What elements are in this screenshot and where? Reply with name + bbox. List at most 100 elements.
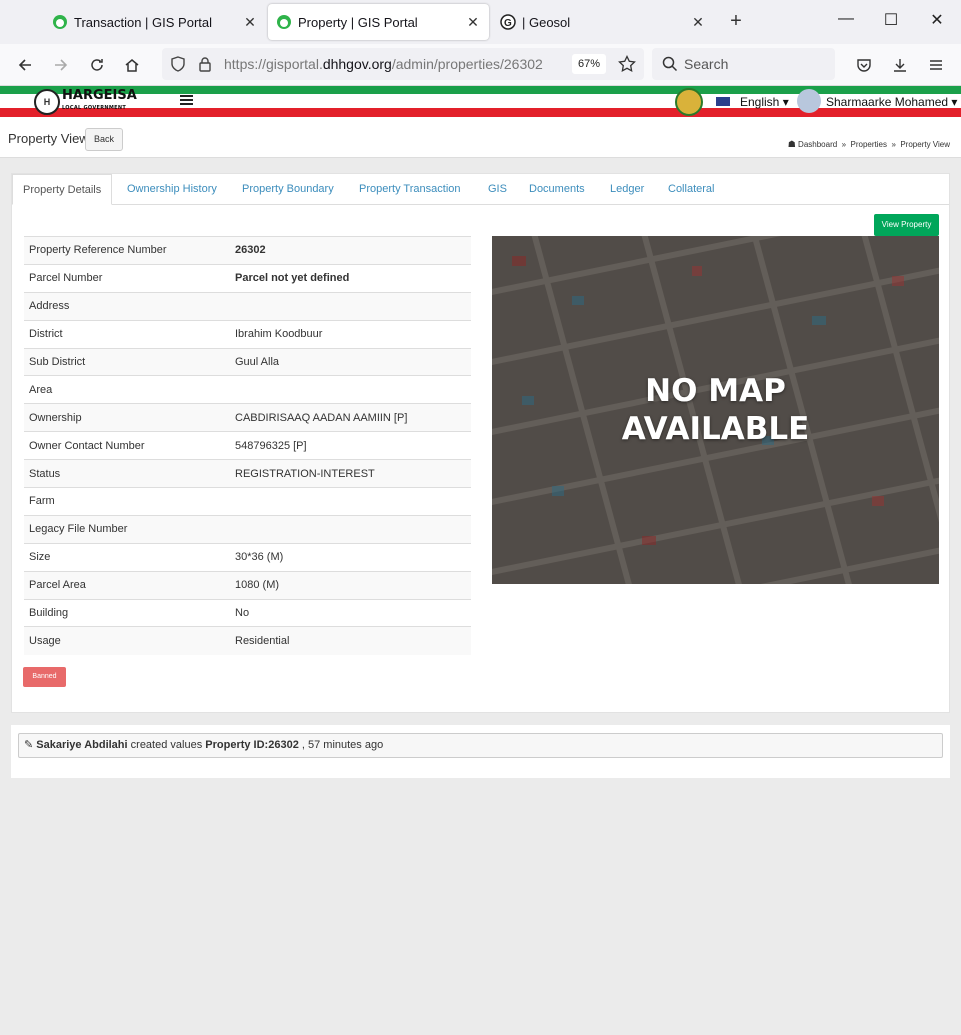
back-button[interactable]: Back	[85, 128, 123, 151]
row-value: 1080 (M)	[232, 570, 471, 600]
row-label: Legacy File Number	[24, 514, 232, 544]
row-label: Parcel Number	[24, 263, 232, 293]
zoom-level[interactable]: 67%	[572, 54, 607, 74]
close-tab-icon[interactable]: ✕	[240, 14, 260, 31]
row-value: 548796325 [P]	[232, 431, 471, 460]
table-row: Ownership CABDIRISAAQ AADAN AAMIIN [P]	[24, 403, 471, 432]
gis-portal-favicon	[53, 15, 67, 29]
row-value: CABDIRISAAQ AADAN AAMIIN [P]	[232, 403, 471, 432]
breadcrumb-property-view: Property View	[900, 140, 950, 149]
search-icon	[662, 56, 678, 72]
table-row: Property Reference Number 26302	[24, 236, 471, 265]
row-value: Guul Alla	[232, 347, 471, 376]
table-row: Area	[24, 375, 471, 404]
browser-tab-label: | Geosol	[522, 14, 571, 30]
close-tab-icon[interactable]: ✕	[688, 14, 708, 31]
table-row: Address	[24, 291, 471, 321]
svg-text:G: G	[504, 18, 512, 29]
row-label: Status	[24, 459, 232, 488]
tab-ledger[interactable]: Ledger	[610, 174, 644, 205]
site-logo[interactable]: H HARGEISA LOCAL GOVERNMENT	[34, 89, 137, 115]
tab-ownership-history[interactable]: Ownership History	[127, 174, 217, 205]
bookmark-star-icon[interactable]	[618, 55, 636, 73]
breadcrumb-properties[interactable]: Properties	[851, 140, 887, 149]
sidebar-toggle-icon[interactable]	[180, 95, 193, 107]
table-row: Parcel Number Parcel not yet defined	[24, 263, 471, 293]
row-value: REGISTRATION-INTEREST	[232, 459, 471, 488]
activity-user: Sakariye Abdilahi	[36, 739, 128, 751]
shield-icon[interactable]	[170, 56, 186, 72]
tab-property-transaction[interactable]: Property Transaction	[359, 174, 461, 205]
language-dropdown[interactable]: English ▾	[740, 95, 789, 109]
window-close-icon[interactable]: ✕	[925, 10, 949, 30]
edit-icon: ✎	[24, 739, 34, 751]
browser-tab-property[interactable]: Property | GIS Portal ✕	[268, 4, 489, 40]
back-arrow-icon[interactable]	[13, 53, 37, 77]
search-placeholder: Search	[684, 56, 729, 72]
activity-entry: ✎ Sakariye Abdilahi created values Prope…	[18, 733, 943, 758]
browser-navbar: https://gisportal.dhhgov.org/admin/prope…	[0, 44, 961, 86]
table-row: Legacy File Number	[24, 514, 471, 544]
row-label: Building	[24, 598, 232, 627]
maximize-icon[interactable]: ☐	[879, 10, 903, 30]
user-avatar[interactable]	[797, 89, 821, 113]
menu-icon[interactable]	[924, 53, 948, 77]
gis-portal-favicon	[277, 15, 291, 29]
url-bar[interactable]: https://gisportal.dhhgov.org/admin/prope…	[162, 48, 644, 80]
table-row: Owner Contact Number 548796325 [P]	[24, 431, 471, 460]
no-map-available-text: NO MAP AVAILABLE	[621, 373, 810, 447]
forward-arrow-icon[interactable]	[49, 53, 73, 77]
row-label: District	[24, 319, 232, 349]
property-details-table: Property Reference Number 26302 Parcel Nu…	[24, 236, 471, 655]
browser-tab-transaction[interactable]: Transaction | GIS Portal ✕	[44, 4, 266, 40]
row-label: Farm	[24, 487, 232, 516]
tab-gis[interactable]: GIS	[488, 174, 507, 205]
browser-tab-geosol[interactable]: G | Geosol ✕	[492, 4, 714, 40]
table-row: Farm	[24, 487, 471, 516]
reload-icon[interactable]	[85, 53, 109, 77]
banned-button[interactable]: Banned	[23, 667, 66, 687]
browser-tabbar: Transaction | GIS Portal ✕ Property | GI…	[0, 0, 961, 44]
table-row: Size 30*36 (M)	[24, 542, 471, 572]
row-value: Parcel not yet defined	[232, 263, 471, 293]
row-value	[232, 487, 471, 516]
property-tabs: Property Details Ownership History Prope…	[12, 174, 949, 205]
row-label: Owner Contact Number	[24, 431, 232, 460]
activity-time: , 57 minutes ago	[301, 739, 384, 751]
tab-collateral[interactable]: Collateral	[668, 174, 714, 205]
property-details-box: Property Details Ownership History Prope…	[11, 173, 950, 713]
lock-icon[interactable]	[198, 56, 212, 72]
activity-action: created values	[130, 739, 203, 751]
row-value	[232, 375, 471, 404]
table-row: District Ibrahim Koodbuur	[24, 319, 471, 349]
browser-tab-label: Property | GIS Portal	[298, 14, 418, 30]
breadcrumb-dashboard[interactable]: Dashboard	[798, 140, 837, 149]
content-header: Property View Back ☗ Dashboard » Propert…	[0, 118, 961, 158]
table-row: Parcel Area 1080 (M)	[24, 570, 471, 600]
search-bar[interactable]: Search	[652, 48, 835, 80]
logo-emblem-icon: H	[34, 89, 60, 115]
user-menu[interactable]: Sharmaarke Mohamed ▾	[826, 95, 957, 109]
home-icon[interactable]	[120, 53, 144, 77]
row-label: Size	[24, 542, 232, 572]
table-row: Building No	[24, 598, 471, 627]
tab-documents[interactable]: Documents	[529, 174, 585, 205]
close-tab-icon[interactable]: ✕	[463, 14, 483, 31]
download-icon[interactable]	[888, 53, 912, 77]
tab-property-boundary[interactable]: Property Boundary	[242, 174, 334, 205]
new-tab-icon[interactable]: +	[725, 10, 747, 33]
table-row: Usage Residential	[24, 626, 471, 655]
tab-property-details[interactable]: Property Details	[12, 174, 113, 205]
view-property-button[interactable]: View Property	[874, 214, 939, 236]
url-text[interactable]: https://gisportal.dhhgov.org/admin/prope…	[224, 56, 543, 72]
uk-flag-icon	[716, 97, 730, 106]
activity-subject: Property ID:26302	[205, 739, 299, 751]
geosol-favicon: G	[500, 14, 516, 30]
row-value: Residential	[232, 626, 471, 655]
page-title: Property View	[8, 131, 89, 146]
pocket-icon[interactable]	[852, 53, 876, 77]
breadcrumb: ☗ Dashboard » Properties » Property View	[787, 139, 950, 149]
row-label: Sub District	[24, 347, 232, 376]
minimize-icon[interactable]: —	[834, 10, 858, 28]
browser-tab-label: Transaction | GIS Portal	[74, 14, 213, 30]
